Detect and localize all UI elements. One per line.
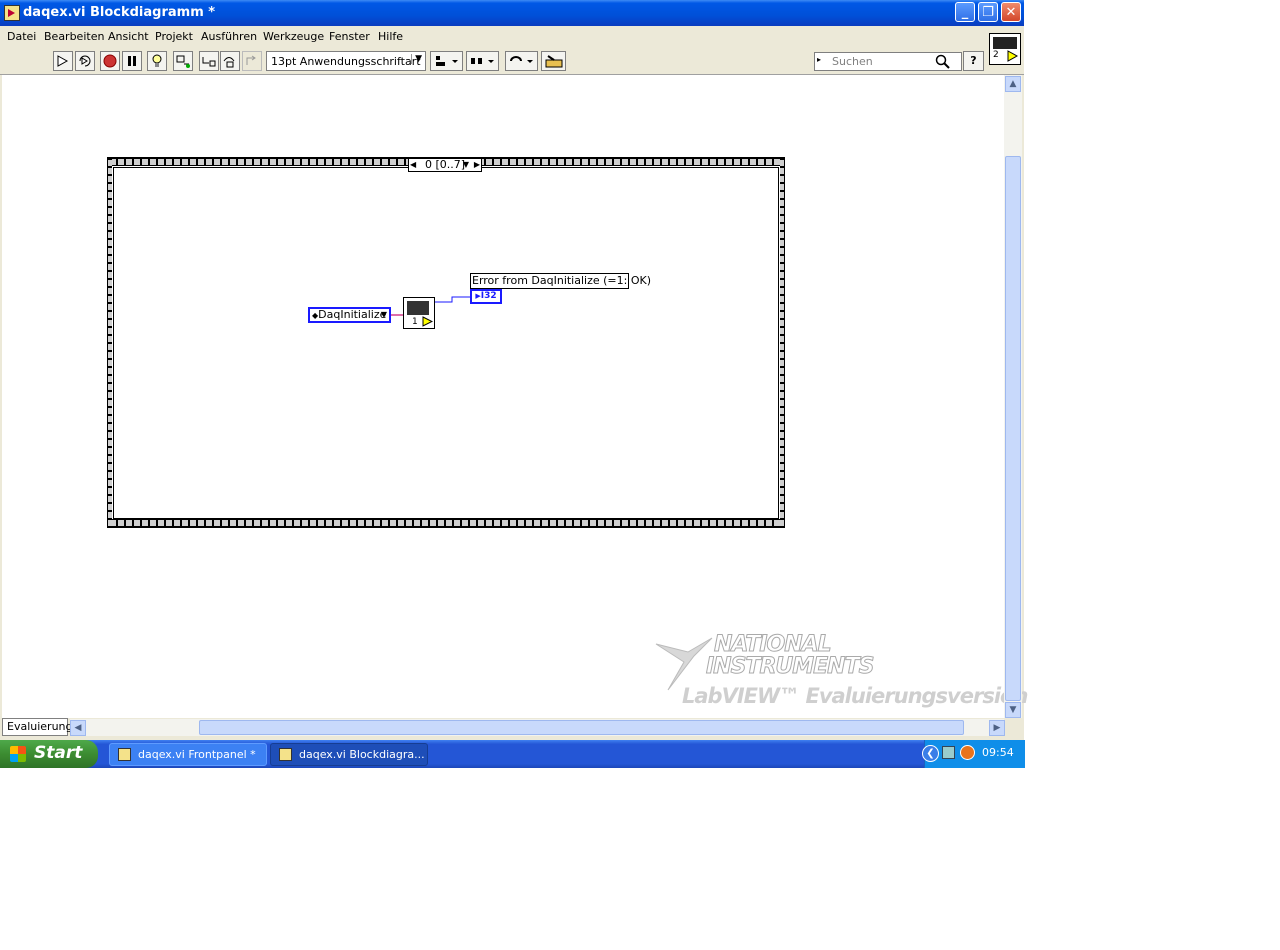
ni-eagle-logo-icon [655, 637, 713, 691]
evaluation-tab[interactable]: Evaluierung [2, 718, 73, 736]
ni-labview-watermark: NATIONAL INSTRUMENTS LabVIEW™ Evaluierun… [654, 632, 1028, 712]
scroll-down-icon[interactable]: ▼ [1005, 702, 1021, 718]
clock[interactable]: 09:54 [982, 746, 1014, 759]
ring-constant[interactable]: ◆DaqInitialize ▼ [308, 307, 391, 323]
start-label: Start [34, 743, 83, 763]
taskbar-item-label: daqex.vi Blockdiagra... [299, 748, 425, 761]
taskbar-item-frontpanel[interactable]: daqex.vi Frontpanel * [109, 743, 267, 766]
ni-line3: LabVIEW™ Evaluierungsversion [682, 684, 1028, 708]
wire-blue[interactable] [435, 296, 470, 303]
scroll-up-icon[interactable]: ▲ [1005, 76, 1021, 92]
ring-constant-value: DaqInitialize [318, 308, 387, 321]
i32-indicator-terminal[interactable]: ▶I32 [470, 289, 502, 304]
subvi-number: 1 [412, 317, 418, 327]
scroll-left-icon[interactable]: ◀ [70, 720, 86, 736]
taskbar-item-label: daqex.vi Frontpanel * [138, 748, 256, 761]
vertical-scroll-thumb[interactable] [1005, 156, 1021, 701]
subvi-icon-screen [407, 301, 429, 315]
horizontal-scroll-thumb[interactable] [199, 720, 964, 735]
windows-logo-icon [10, 746, 26, 762]
indicator-label[interactable]: Error from DaqInitialize (=1: OK) [470, 273, 651, 289]
taskbar-item-blockdiagram[interactable]: daqex.vi Blockdiagra... [270, 743, 428, 766]
wires-layer [391, 296, 470, 316]
network-icon[interactable] [942, 746, 955, 759]
subvi-node[interactable]: 1 [403, 297, 435, 329]
labview-vi-icon [279, 748, 292, 761]
ni-line2: INSTRUMENTS [705, 654, 874, 680]
tray-expand-icon[interactable]: ❮ [922, 745, 939, 762]
labview-vi-icon [118, 748, 131, 761]
update-icon[interactable] [960, 745, 975, 760]
scroll-right-icon[interactable]: ▶ [989, 720, 1005, 736]
indicator-type: I32 [480, 291, 497, 301]
chevron-down-icon[interactable]: ▼ [381, 309, 387, 321]
run-arrow-icon [422, 316, 433, 327]
start-button[interactable]: Start [0, 740, 98, 768]
